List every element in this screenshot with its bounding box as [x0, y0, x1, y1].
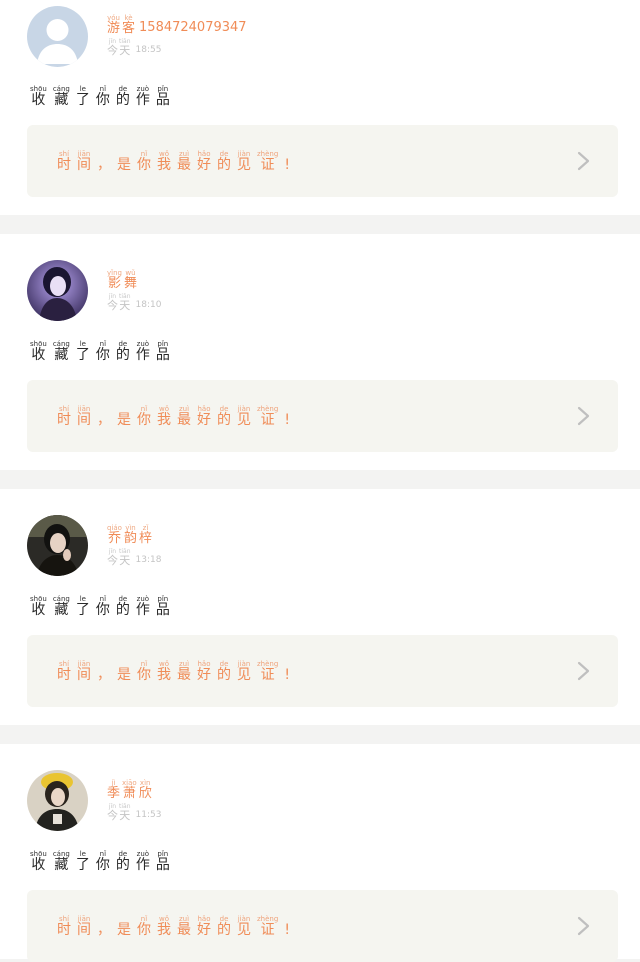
- timestamp: jīn 今 tiān 天 13:18: [107, 548, 162, 567]
- user-id: 15847240793​47: [139, 20, 247, 35]
- action-text: shōu 收 cáng 藏 le 了 nǐ 你 de 的 zuò 作 pǐn 品: [30, 850, 170, 873]
- work-card[interactable]: shí 时 jiān 间 ， 是 nǐ 你 wǒ 我 zuì 最 hǎo 好 de 的 jià…: [27, 890, 618, 962]
- user-name[interactable]: jì 季 xiāo 萧 xìn 欣: [107, 780, 152, 801]
- feed-item: qiáo 乔 yìn 韵 zǐ 梓 jīn 今 tiān 天 13:18 shōu 收 cá…: [0, 489, 640, 725]
- action-text: shōu 收 cáng 藏 le 了 nǐ 你 de 的 zuò 作 pǐn 品: [30, 595, 170, 618]
- feed-item: jì 季 xiāo 萧 xìn 欣 jīn 今 tiān 天 11:53 shōu 收 cá…: [0, 744, 640, 962]
- work-card[interactable]: shí 时 jiān 间 ， 是 nǐ 你 wǒ 我 zuì 最 hǎo 好 de 的 jià…: [27, 635, 618, 707]
- work-card[interactable]: shí 时 jiān 间 ， 是 nǐ 你 wǒ 我 zuì 最 hǎo 好 de 的 jià…: [27, 125, 618, 197]
- chevron-right-icon[interactable]: [576, 151, 592, 171]
- feed-item: yǐng 影 wǔ 舞 jīn 今 tiān 天 18:10 shōu 收 cáng 藏 l…: [0, 234, 640, 470]
- user-name[interactable]: yǐng 影 wǔ 舞: [107, 270, 137, 291]
- work-title: shí 时 jiān 间 ， 是 nǐ 你 wǒ 我 zuì 最 hǎo 好 de 的 jià…: [57, 915, 290, 938]
- timestamp: jīn 今 tiān 天 18:55: [107, 38, 162, 57]
- avatar[interactable]: [27, 260, 88, 321]
- avatar[interactable]: [27, 515, 88, 576]
- user-photo-icon: [27, 515, 88, 576]
- timestamp: jīn 今 tiān 天 11:53: [107, 803, 162, 822]
- user-name[interactable]: qiáo 乔 yìn 韵 zǐ 梓: [107, 525, 152, 546]
- user-photo-icon: [27, 770, 88, 831]
- avatar[interactable]: [27, 770, 88, 831]
- user-name[interactable]: yóu 游 kè 客 15847240793​47: [107, 15, 247, 36]
- chevron-right-icon[interactable]: [576, 916, 592, 936]
- default-avatar-icon: [27, 6, 88, 67]
- work-card[interactable]: shí 时 jiān 间 ， 是 nǐ 你 wǒ 我 zuì 最 hǎo 好 de 的 jià…: [27, 380, 618, 452]
- work-title: shí 时 jiān 间 ， 是 nǐ 你 wǒ 我 zuì 最 hǎo 好 de 的 jià…: [57, 405, 290, 428]
- action-text: shōu 收 cáng 藏 le 了 nǐ 你 de 的 zuò 作 pǐn 品: [30, 340, 170, 363]
- feed-item: yóu 游 kè 客 15847240793​47 jīn 今 tiān 天 18:55…: [0, 0, 640, 215]
- avatar[interactable]: [27, 6, 88, 67]
- work-title: shí 时 jiān 间 ， 是 nǐ 你 wǒ 我 zuì 最 hǎo 好 de 的 jià…: [57, 150, 290, 173]
- action-text: shōu 收 cáng 藏 le 了 nǐ 你 de 的 zuò 作 pǐn 品: [30, 85, 170, 108]
- user-photo-icon: [27, 260, 88, 321]
- timestamp: jīn 今 tiān 天 18:10: [107, 293, 162, 312]
- chevron-right-icon[interactable]: [576, 661, 592, 681]
- chevron-right-icon[interactable]: [576, 406, 592, 426]
- work-title: shí 时 jiān 间 ， 是 nǐ 你 wǒ 我 zuì 最 hǎo 好 de 的 jià…: [57, 660, 290, 683]
